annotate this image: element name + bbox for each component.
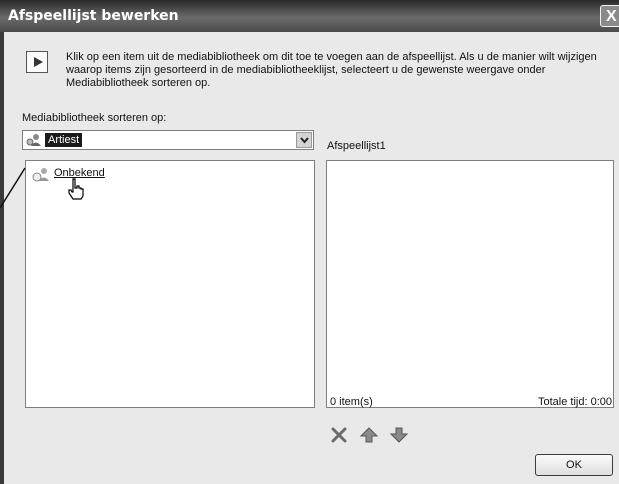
callout-line — [0, 167, 26, 209]
total-time: Totale tijd: 0:00 — [538, 396, 612, 408]
arrow-down-icon[interactable] — [390, 427, 408, 443]
chevron-down-icon[interactable] — [296, 132, 312, 148]
hand-cursor-icon — [68, 178, 84, 200]
ok-button[interactable]: OK — [535, 454, 613, 476]
arrow-up-icon[interactable] — [360, 427, 378, 443]
instruction-text: Klik op een item uit de mediabibliotheek… — [66, 51, 597, 89]
library-list[interactable]: Onbekend — [25, 160, 315, 408]
sort-selected-value: Artiest — [45, 133, 83, 147]
artist-icon — [32, 167, 50, 186]
dialog-title: Afspeellijst bewerken — [8, 8, 179, 24]
sort-label: Mediabibliotheek sorteren op: — [22, 112, 167, 124]
x-icon[interactable] — [330, 427, 348, 443]
playlist-name: Afspeellijst1 — [327, 140, 386, 152]
title-bar[interactable]: Afspeellijst bewerken X — [0, 0, 619, 32]
item-count: 0 item(s) — [330, 396, 373, 408]
artist-icon — [26, 133, 42, 150]
playlist-list[interactable] — [326, 160, 614, 408]
play-icon — [26, 51, 48, 73]
sort-dropdown[interactable]: Artiest — [22, 130, 314, 150]
close-button[interactable]: X — [600, 5, 619, 27]
